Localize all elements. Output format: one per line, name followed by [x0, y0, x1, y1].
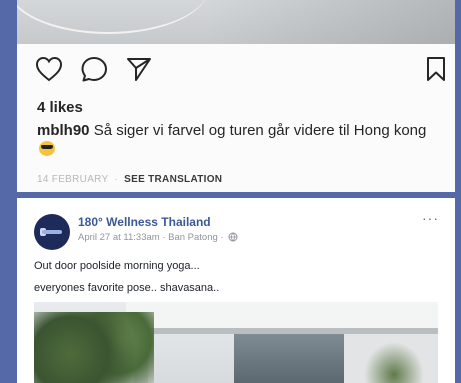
avatar[interactable] — [34, 214, 70, 250]
facebook-post-card: 180° Wellness Thailand April 27 at 11:33… — [17, 198, 455, 383]
photo-glass-wall — [234, 334, 344, 383]
timestamp-text[interactable]: April 27 at 11:33am · Ban Patong · — [78, 232, 224, 243]
instagram-action-bar — [35, 56, 447, 86]
sunglasses-emoji-icon — [39, 141, 55, 156]
caption-text: Så siger vi farvel og turen går videre t… — [93, 122, 427, 139]
photo-tree — [34, 312, 154, 383]
caption-username[interactable]: mblh90 — [37, 122, 90, 139]
meta-separator: · — [114, 174, 119, 185]
instagram-post-card: 4 likes mblh90 Så siger vi farvel og tur… — [17, 0, 455, 192]
post-text-line2: everyones favorite pose.. shavasana.. — [34, 282, 220, 294]
page-name-link[interactable]: 180° Wellness Thailand — [78, 215, 211, 229]
photo-shade — [207, 0, 455, 44]
post-meta: 14 FEBRUARY · SEE TRANSLATION — [37, 174, 222, 185]
post-caption: mblh90 Så siger vi farvel og turen går v… — [37, 121, 447, 159]
post-date: 14 FEBRUARY — [37, 174, 109, 185]
heart-icon[interactable] — [35, 56, 63, 87]
comment-icon[interactable] — [81, 56, 109, 87]
likes-count[interactable]: 4 likes — [37, 99, 83, 116]
see-translation-link[interactable]: SEE TRANSLATION — [124, 174, 222, 185]
instagram-post-photo[interactable] — [17, 0, 455, 44]
share-icon[interactable] — [125, 56, 153, 87]
avatar-logo-bar — [42, 230, 62, 234]
bookmark-icon[interactable] — [425, 56, 447, 87]
post-photo[interactable] — [34, 302, 438, 383]
photo-boat-edge — [17, 0, 209, 34]
globe-icon — [228, 232, 238, 245]
post-timestamp: April 27 at 11:33am · Ban Patong · — [78, 232, 238, 245]
photo-palm — [364, 342, 424, 383]
post-text-line1: Out door poolside morning yoga... — [34, 260, 200, 272]
more-options-icon[interactable]: ··· — [422, 210, 439, 226]
